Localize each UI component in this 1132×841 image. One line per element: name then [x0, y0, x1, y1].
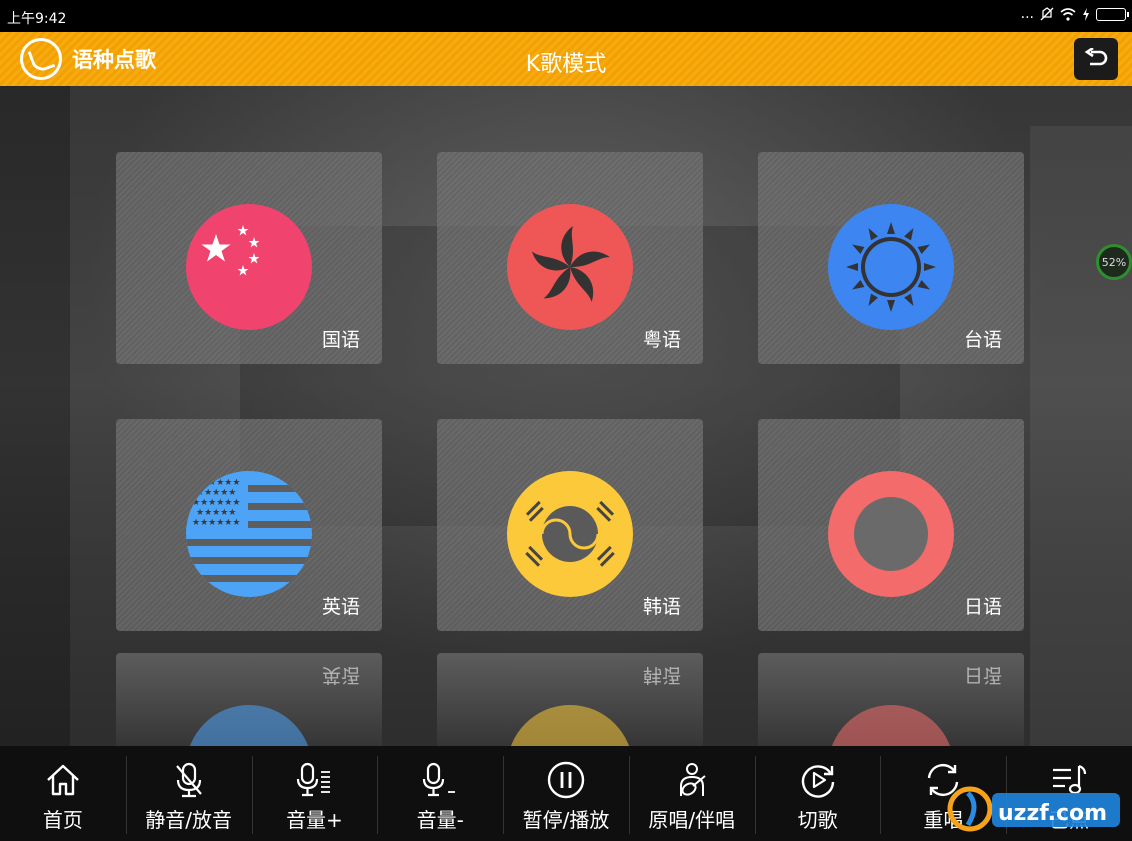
language-tile-japanese[interactable]: 日语 — [758, 419, 1024, 631]
mute-icon — [1040, 7, 1054, 21]
back-arrow-icon — [1084, 48, 1108, 66]
language-label: 英语 — [321, 596, 360, 618]
reflection-flag — [507, 705, 633, 746]
next-song-icon — [801, 765, 834, 798]
back-button[interactable] — [1074, 38, 1118, 80]
more-dots-icon: ... — [1020, 6, 1034, 22]
language-label: 粤语 — [642, 329, 681, 351]
reflection-flag — [828, 705, 954, 746]
korea-flag-icon — [507, 471, 633, 597]
language-tile-mandarin[interactable]: 国语 — [116, 152, 382, 364]
reflection-label: 韩语 — [642, 664, 681, 686]
next-song-button[interactable]: 切歌 — [754, 746, 881, 841]
usa-flag-icon: ★★★★★★ ★★★★★ ★★★★★★ ★★★★★ ★★★★★★ — [186, 471, 312, 597]
reflection-label: 日语 — [963, 664, 1002, 686]
wifi-icon — [1060, 7, 1076, 21]
reflection-flag — [186, 705, 312, 746]
mic-mute-icon — [175, 762, 202, 798]
language-tile-english[interactable]: ★★★★★★ ★★★★★ ★★★★★★ ★★★★★ ★★★★★★ 英语 — [116, 419, 382, 631]
reflection-label: 英语 — [321, 664, 360, 686]
app-header: 语种点歌 K歌模式 — [0, 32, 1132, 86]
language-grid-area: 国语 粤语 台语 ★★★★★★ ★★★★★ ★★★★★★ ★★★★★ ★★★★★… — [0, 86, 1132, 746]
watermark-text: uzzf.com — [998, 801, 1107, 826]
volume-up-icon — [297, 762, 331, 797]
progress-badge[interactable]: 52% — [1096, 244, 1132, 280]
tool-label: 音量+ — [286, 808, 343, 832]
background-wall — [0, 86, 70, 746]
home-button[interactable]: 首页 — [0, 746, 126, 841]
home-icon — [47, 764, 79, 796]
language-label: 韩语 — [642, 596, 681, 618]
pause-play-icon — [547, 761, 585, 799]
volume-down-icon — [423, 762, 456, 797]
china-flag-icon — [186, 204, 312, 330]
svg-text:★★★★★: ★★★★★ — [196, 508, 236, 518]
mute-button[interactable]: 静音/放音 — [125, 746, 252, 841]
taiwan-sun-icon — [828, 204, 954, 330]
tool-label: 原唱/伴唱 — [648, 808, 736, 832]
pause-play-button[interactable]: 暂停/播放 — [503, 746, 629, 841]
svg-text:★★★★★: ★★★★★ — [196, 488, 236, 498]
japan-ring-icon — [828, 471, 954, 597]
language-label: 台语 — [963, 329, 1002, 351]
mode-title: K歌模式 — [525, 52, 607, 77]
tool-label: 音量- — [416, 808, 464, 832]
vocal-accompany-button[interactable]: 原唱/伴唱 — [628, 746, 755, 841]
language-label: 国语 — [321, 329, 360, 351]
status-time: 上午9:42 — [7, 11, 67, 27]
site-watermark-logo: uzzf.com — [947, 786, 1120, 832]
tile-reflection-japanese: 日语 — [758, 653, 1024, 746]
status-icons: ... — [1020, 6, 1129, 22]
language-tile-cantonese[interactable]: 粤语 — [437, 152, 703, 364]
svg-text:★★★★★★: ★★★★★★ — [192, 498, 240, 508]
background-window — [1030, 126, 1132, 746]
charging-icon — [1083, 7, 1089, 21]
guitar-icon — [679, 763, 706, 796]
language-tile-taiwanese[interactable]: 台语 — [758, 152, 1024, 364]
language-tile-korean[interactable]: 韩语 — [437, 419, 703, 631]
svg-text:★★★★★★: ★★★★★★ — [192, 518, 240, 528]
language-label: 日语 — [963, 596, 1002, 618]
tile-reflection-korean: 韩语 — [437, 653, 703, 746]
battery-icon — [1096, 7, 1129, 21]
status-bar: 上午9:42 ... — [0, 0, 1132, 32]
hongkong-flag-icon — [507, 204, 633, 330]
volume-down-button[interactable]: 音量- — [377, 746, 503, 841]
tool-label: 切歌 — [797, 808, 838, 832]
volume-up-button[interactable]: 音量+ — [251, 746, 378, 841]
tool-label: 静音/放音 — [145, 808, 233, 832]
svg-text:★★★★★★: ★★★★★★ — [192, 478, 240, 488]
tool-label: 首页 — [42, 808, 83, 832]
tile-reflection-english: 英语 — [116, 653, 382, 746]
tool-label: 暂停/播放 — [522, 808, 610, 832]
